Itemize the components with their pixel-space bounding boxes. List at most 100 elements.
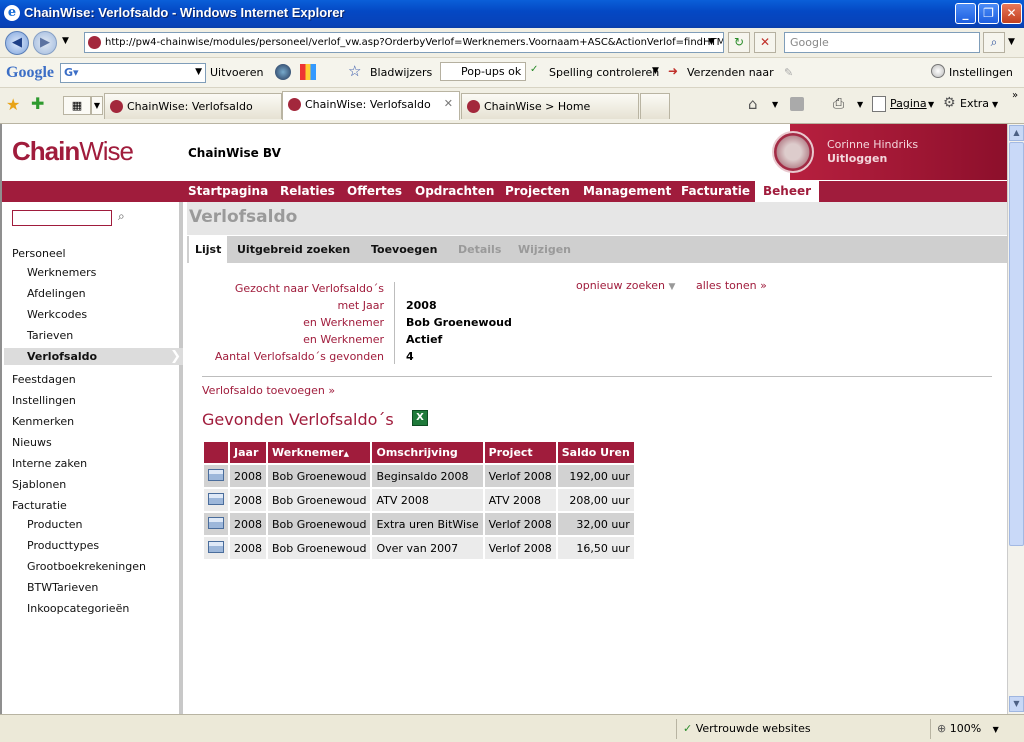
sidebar-item-sjablonen[interactable]: Sjablonen: [12, 478, 66, 491]
history-dropdown-icon[interactable]: ▼: [62, 36, 69, 46]
minimize-button[interactable]: _: [955, 3, 976, 24]
url-dropdown-icon[interactable]: ▼: [708, 37, 715, 47]
popups-ok-button[interactable]: Pop-ups ok: [440, 62, 527, 81]
nav-facturatie[interactable]: Facturatie: [681, 184, 750, 198]
table-row[interactable]: 2008 Bob Groenewoud Beginsaldo 2008 Verl…: [204, 465, 634, 487]
settings-wrench-icon[interactable]: ✎: [784, 66, 793, 79]
search-icon[interactable]: ⌕: [983, 32, 1005, 53]
sidebar-item-feestdagen[interactable]: Feestdagen: [12, 373, 76, 386]
new-tab-button[interactable]: [640, 93, 670, 119]
column-header-saldo-uren[interactable]: Saldo Uren: [557, 442, 634, 463]
excel-export-icon[interactable]: X: [412, 410, 428, 426]
back-button[interactable]: ◀: [5, 31, 29, 55]
extra-dropdown-icon[interactable]: ▼: [992, 100, 998, 109]
row-detail-icon[interactable]: [204, 489, 228, 511]
table-row[interactable]: 2008 Bob Groenewoud Extra uren BitWise V…: [204, 513, 634, 535]
column-header-werknemer[interactable]: Werknemer▲: [268, 442, 371, 463]
column-header-jaar[interactable]: Jaar: [230, 442, 266, 463]
search-options-icon[interactable]: ▼: [1008, 37, 1015, 47]
logout-link[interactable]: Uitloggen: [827, 152, 887, 165]
search-input[interactable]: Google: [784, 32, 980, 53]
scroll-down-icon[interactable]: ▼: [1009, 696, 1024, 712]
nav-beheer[interactable]: Beheer: [755, 181, 820, 202]
sidebar-item-nieuws[interactable]: Nieuws: [12, 436, 52, 449]
page-menu[interactable]: Pagina: [890, 97, 927, 110]
row-detail-icon[interactable]: [204, 537, 228, 559]
bookmark-star-icon[interactable]: ☆: [348, 62, 361, 80]
zoom-control[interactable]: ⊕ 100% ▼: [930, 719, 1024, 739]
close-tab-icon[interactable]: ✕: [444, 97, 453, 110]
sidebar-item-kenmerken[interactable]: Kenmerken: [12, 415, 74, 428]
tab-list-dropdown-icon[interactable]: ▼: [91, 96, 103, 115]
sidebar-item-werkcodes[interactable]: Werkcodes: [27, 308, 87, 321]
globe-icon[interactable]: [275, 64, 291, 80]
close-window-button[interactable]: ✕: [1001, 3, 1022, 24]
criteria-label: met Jaar: [337, 299, 384, 312]
url-input[interactable]: http://pw4-chainwise/modules/personeel/v…: [84, 32, 724, 53]
sidebar-item-facturatie[interactable]: Facturatie: [12, 499, 67, 512]
tab-lijst[interactable]: Lijst: [189, 236, 228, 263]
sidebar-item-instellingen[interactable]: Instellingen: [12, 394, 76, 407]
nav-offertes[interactable]: Offertes: [347, 184, 402, 198]
refresh-button[interactable]: ↻: [728, 32, 750, 53]
favorites-star-icon[interactable]: ★: [6, 95, 20, 114]
google-run-button[interactable]: Uitvoeren: [210, 66, 263, 79]
scroll-thumb[interactable]: [1009, 142, 1024, 546]
forward-button[interactable]: ▶: [33, 31, 57, 55]
column-header-omschrijving[interactable]: Omschrijving: [372, 442, 483, 463]
stop-button[interactable]: ✕: [754, 32, 776, 53]
sidebar-item-afdelingen[interactable]: Afdelingen: [27, 287, 86, 300]
sidebar-item-inkoopcategorieen[interactable]: Inkoopcategorieën: [27, 602, 129, 615]
sidebar-item-werknemers[interactable]: Werknemers: [27, 266, 96, 279]
add-favorite-icon[interactable]: ✚: [31, 94, 44, 113]
nav-opdrachten[interactable]: Opdrachten: [415, 184, 494, 198]
row-detail-icon[interactable]: [204, 465, 228, 487]
maximize-button[interactable]: ❐: [978, 3, 999, 24]
table-row[interactable]: 2008 Bob Groenewoud ATV 2008 ATV 2008 20…: [204, 489, 634, 511]
sidebar-item-verlofsaldo[interactable]: Verlofsaldo ❯: [4, 348, 183, 365]
sidebar-item-grootboekrekeningen[interactable]: Grootboekrekeningen: [27, 560, 146, 573]
tab-home[interactable]: ChainWise > Home: [461, 93, 639, 119]
nav-management[interactable]: Management: [583, 184, 671, 198]
table-row[interactable]: 2008 Bob Groenewoud Over van 2007 Verlof…: [204, 537, 634, 559]
tab-verlofsaldo-1[interactable]: ChainWise: Verlofsaldo: [104, 93, 282, 119]
sidebar-item-producttypes[interactable]: Producttypes: [27, 539, 99, 552]
nav-relaties[interactable]: Relaties: [280, 184, 335, 198]
tab-verlofsaldo-2[interactable]: ChainWise: Verlofsaldo ✕: [282, 91, 460, 120]
tab-uitgebreid-zoeken[interactable]: Uitgebreid zoeken: [231, 236, 356, 263]
sidebar-item-interne-zaken[interactable]: Interne zaken: [12, 457, 87, 470]
quick-search-input[interactable]: [12, 210, 112, 226]
sidebar-item-btwtarieven[interactable]: BTWTarieven: [27, 581, 98, 594]
show-all-link[interactable]: alles tonen »: [696, 279, 767, 292]
spellcheck-dropdown-icon[interactable]: ▼: [652, 66, 659, 76]
search-icon[interactable]: ⌕: [118, 209, 132, 223]
home-dropdown-icon[interactable]: ▼: [772, 100, 778, 109]
spellcheck-button[interactable]: Spelling controleren: [549, 66, 659, 79]
print-dropdown-icon[interactable]: ▼: [857, 100, 863, 109]
vertical-scrollbar[interactable]: ▲ ▼: [1007, 124, 1024, 714]
search-again-link[interactable]: opnieuw zoeken ▼: [576, 279, 675, 292]
column-header-project[interactable]: Project: [484, 442, 556, 463]
tab-toevoegen[interactable]: Toevoegen: [365, 236, 443, 263]
google-search-box[interactable]: G▾ ▼: [60, 63, 206, 83]
popup-blocker-icon[interactable]: [300, 64, 316, 80]
add-verlofsaldo-link[interactable]: Verlofsaldo toevoegen »: [202, 384, 335, 397]
tab-details: Details: [458, 243, 502, 256]
print-icon[interactable]: ⎙: [833, 96, 844, 112]
send-to-menu[interactable]: Verzenden naar: [687, 66, 774, 79]
nav-startpagina[interactable]: Startpagina: [188, 184, 268, 198]
row-detail-icon[interactable]: [204, 513, 228, 535]
sidebar-item-personeel[interactable]: Personeel: [12, 247, 66, 260]
bookmarks-menu[interactable]: Bladwijzers: [370, 66, 432, 79]
feeds-icon[interactable]: [790, 97, 804, 111]
nav-projecten[interactable]: Projecten: [505, 184, 570, 198]
scroll-up-icon[interactable]: ▲: [1009, 125, 1024, 141]
sidebar-item-tarieven[interactable]: Tarieven: [27, 329, 73, 342]
extra-menu[interactable]: Extra: [960, 97, 989, 110]
sidebar-item-producten[interactable]: Producten: [27, 518, 83, 531]
toolbar-overflow-icon[interactable]: »: [1012, 90, 1018, 101]
home-icon[interactable]: ⌂: [748, 95, 758, 113]
settings-menu[interactable]: Instellingen: [949, 66, 1013, 79]
page-dropdown-icon[interactable]: ▼: [928, 100, 934, 109]
quick-tabs-button[interactable]: ▦: [63, 96, 91, 115]
